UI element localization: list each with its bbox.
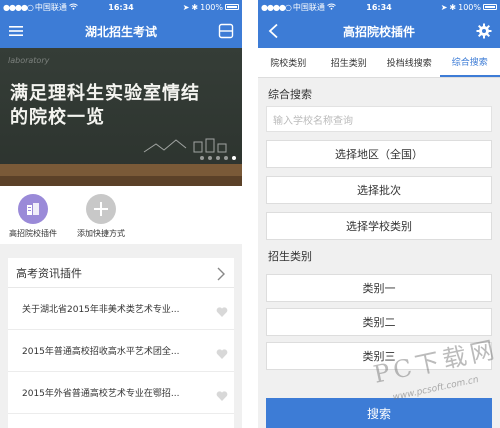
chalk-ledge	[0, 164, 242, 176]
status-time: 16:34	[108, 2, 134, 12]
banner-pager[interactable]	[200, 156, 236, 160]
heart-icon[interactable]	[216, 345, 228, 359]
category-section-title: 招生类别	[258, 240, 500, 268]
heart-icon[interactable]	[216, 303, 228, 317]
shortcut-add[interactable]: 添加快捷方式	[70, 194, 132, 244]
banner-headline-line-1: 满足理科生实验室情结	[10, 83, 200, 104]
category-one-button[interactable]: 类别一	[266, 274, 492, 302]
banner-headline: 满足理科生实验室情结 的院校一览	[10, 82, 240, 130]
pager-dot[interactable]	[200, 156, 204, 160]
nav-bar: 高招院校插件	[258, 14, 500, 48]
news-header[interactable]: 高考资讯插件	[8, 258, 234, 288]
banner-watermark: laboratory	[8, 56, 50, 65]
shortcut-school-plugin[interactable]: 高招院校插件	[2, 194, 64, 244]
floor	[0, 176, 242, 186]
tab-school-category[interactable]: 院校类别	[258, 48, 319, 77]
select-batch-button[interactable]: 选择批次	[266, 176, 492, 204]
heart-icon[interactable]	[216, 387, 228, 401]
chevron-right-icon[interactable]	[216, 266, 226, 280]
status-bar: ●●●●○ 中国联通 16:34 ➤ ✱ 100%	[0, 0, 242, 14]
news-panel: 高考资讯插件 关于湖北省2015年非美术类艺术专业... 2015年普通高校招收…	[8, 258, 234, 428]
shortcut-label: 添加快捷方式	[77, 229, 125, 238]
tab-bar: 院校类别 招生类别 投档线搜索 综合搜索	[258, 48, 500, 78]
plugin-screen: ●●●●○ 中国联通 16:34 ➤ ✱ 100% 高招院校插件 院校类别 招生…	[258, 0, 500, 428]
category-two-button[interactable]: 类别二	[266, 308, 492, 336]
battery-icon	[483, 4, 497, 10]
menu-icon[interactable]	[8, 23, 24, 39]
page-title: 高招院校插件	[342, 24, 415, 39]
back-arrow-icon[interactable]	[266, 23, 282, 39]
tab-admission-category[interactable]: 招生类别	[319, 48, 380, 77]
list-item[interactable]: 2015年外省普通高校艺术专业在鄂招...	[8, 372, 234, 414]
page-title: 湖北招生考试	[84, 24, 157, 39]
select-school-type-button[interactable]: 选择学校类别	[266, 212, 492, 240]
pager-dot[interactable]	[208, 156, 212, 160]
tab-score-line-search[interactable]: 投档线搜索	[379, 48, 440, 77]
battery-icon	[225, 4, 239, 10]
shortcut-label: 高招院校插件	[9, 229, 57, 238]
shortcut-row: 高招院校插件 添加快捷方式	[0, 186, 242, 244]
school-plugin-icon	[18, 194, 48, 224]
news-item-text: 2015年普通高校招收高水平艺术团全...	[22, 347, 180, 357]
chalk-doodle-icon	[143, 138, 227, 153]
pager-dot-active[interactable]	[232, 156, 236, 160]
search-section-title: 综合搜索	[258, 78, 500, 106]
status-bar: ●●●●○ 中国联通 16:34 ➤ ✱ 100%	[258, 0, 500, 14]
search-button[interactable]: 搜索	[266, 398, 492, 428]
plus-icon	[86, 194, 116, 224]
tab-combined-search[interactable]: 综合搜索	[439, 48, 500, 77]
news-title: 高考资讯插件	[16, 266, 82, 280]
pager-dot[interactable]	[216, 156, 220, 160]
list-item[interactable]: 关于湖北省2015年非美术类艺术专业...	[8, 288, 234, 330]
category-three-button[interactable]: 类别三	[266, 342, 492, 370]
news-item-text: 关于湖北省2015年非美术类艺术专业...	[22, 305, 180, 315]
pager-dot[interactable]	[224, 156, 228, 160]
school-search-input[interactable]: 输入学校名称查询	[266, 106, 492, 132]
banner-headline-line-2: 的院校一览	[10, 107, 105, 128]
list-item[interactable]: 2015年普通高校招收高水平艺术团全...	[8, 330, 234, 372]
select-region-button[interactable]: 选择地区（全国）	[266, 140, 492, 168]
status-time: 16:34	[366, 2, 392, 12]
nav-bar: 湖北招生考试	[0, 14, 242, 48]
home-screen: ●●●●○ 中国联通 16:34 ➤ ✱ 100% 湖北招生考试 laborat…	[0, 0, 242, 428]
gear-icon[interactable]	[476, 23, 492, 39]
promo-banner[interactable]: laboratory 满足理科生实验室情结 的院校一览	[0, 48, 242, 186]
scan-icon[interactable]	[218, 23, 234, 39]
news-item-text: 2015年外省普通高校艺术专业在鄂招...	[22, 389, 180, 399]
